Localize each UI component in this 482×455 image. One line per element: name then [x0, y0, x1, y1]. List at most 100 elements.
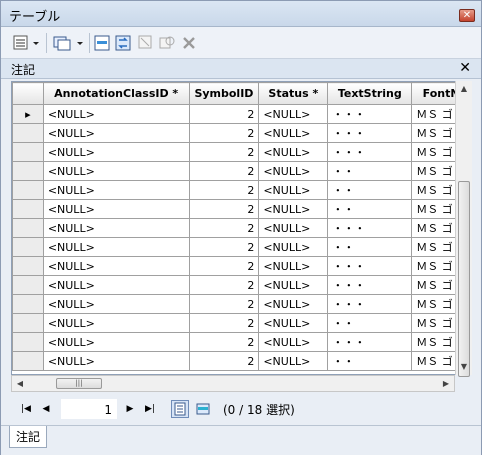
row-selector[interactable] — [12, 199, 44, 219]
table-cell[interactable]: ・・・ — [327, 123, 413, 143]
table-cell[interactable]: <NULL> — [258, 161, 329, 181]
title-bar[interactable]: テーブル ✕ — [1, 1, 481, 27]
table-row[interactable]: <NULL> 2 <NULL> ・・ ＭＳ ゴ — [12, 199, 471, 219]
show-selected-records-button[interactable] — [194, 400, 212, 418]
table-cell[interactable]: <NULL> — [258, 199, 329, 219]
table-cell[interactable]: <NULL> — [258, 275, 329, 295]
table-cell[interactable]: 2 — [188, 275, 260, 295]
table-row[interactable]: <NULL> 2 <NULL> ・・・ ＭＳ ゴ — [12, 123, 471, 143]
column-header[interactable]: SymbolID — [188, 82, 260, 105]
table-cell[interactable]: 2 — [188, 199, 260, 219]
table-cell[interactable]: 2 — [188, 237, 260, 257]
table-cell[interactable]: <NULL> — [258, 294, 329, 314]
row-selector[interactable] — [12, 294, 44, 314]
table-cell[interactable]: 2 — [188, 142, 260, 162]
panel-close-button[interactable]: ✕ — [459, 60, 471, 76]
vertical-scroll-thumb[interactable] — [458, 181, 470, 377]
column-header[interactable]: Status * — [258, 82, 329, 105]
horizontal-scroll-thumb[interactable]: ||| — [56, 378, 102, 389]
window-close-button[interactable]: ✕ — [459, 9, 475, 22]
row-selector[interactable] — [12, 256, 44, 276]
table-cell[interactable]: <NULL> — [42, 294, 190, 314]
row-selector[interactable] — [12, 275, 44, 295]
table-cell[interactable]: 2 — [188, 332, 260, 352]
table-row[interactable]: ▸ <NULL> 2 <NULL> ・・・ ＭＳ ゴ — [12, 104, 471, 124]
table-cell[interactable]: ・・・ — [327, 294, 413, 314]
row-selector[interactable] — [12, 218, 44, 238]
row-selector[interactable] — [12, 332, 44, 352]
column-header[interactable]: AnnotationClassID * — [42, 82, 190, 105]
table-row[interactable]: <NULL> 2 <NULL> ・・・ ＭＳ ゴ — [12, 294, 471, 314]
next-record-button[interactable]: ▶ — [121, 401, 139, 417]
table-row[interactable]: <NULL> 2 <NULL> ・・・ ＭＳ ゴ — [12, 332, 471, 352]
table-cell[interactable]: <NULL> — [258, 351, 329, 371]
table-cell[interactable]: ・・・ — [327, 218, 413, 238]
table-cell[interactable]: ・・ — [327, 180, 413, 200]
scroll-right-icon[interactable]: ▶ — [438, 376, 454, 391]
table-cell[interactable]: 2 — [188, 180, 260, 200]
table-row[interactable]: <NULL> 2 <NULL> ・・・ ＭＳ ゴ — [12, 275, 471, 295]
table-row[interactable]: <NULL> 2 <NULL> ・・・ ＭＳ ゴ — [12, 218, 471, 238]
show-all-records-button[interactable] — [171, 400, 189, 418]
scroll-up-icon[interactable]: ▲ — [456, 81, 472, 97]
table-row[interactable]: <NULL> 2 <NULL> ・・ ＭＳ ゴ — [12, 313, 471, 333]
related-tables-button[interactable] — [53, 34, 85, 52]
table-options-button[interactable] — [13, 34, 41, 52]
row-selector[interactable] — [12, 237, 44, 257]
table-cell[interactable]: ・・・ — [327, 256, 413, 276]
table-cell[interactable]: <NULL> — [258, 237, 329, 257]
table-cell[interactable]: <NULL> — [42, 237, 190, 257]
table-cell[interactable]: <NULL> — [42, 313, 190, 333]
table-cell[interactable]: ・・ — [327, 199, 413, 219]
table-cell[interactable]: <NULL> — [258, 332, 329, 352]
table-cell[interactable]: <NULL> — [258, 142, 329, 162]
table-row[interactable]: <NULL> 2 <NULL> ・・ ＭＳ ゴ — [12, 351, 471, 371]
delete-selected-button[interactable] — [182, 34, 196, 52]
table-cell[interactable]: <NULL> — [42, 123, 190, 143]
row-selector[interactable] — [12, 313, 44, 333]
table-cell[interactable]: 2 — [188, 104, 260, 124]
table-row[interactable]: <NULL> 2 <NULL> ・・ ＭＳ ゴ — [12, 161, 471, 181]
table-cell[interactable]: <NULL> — [258, 313, 329, 333]
row-selector[interactable] — [12, 123, 44, 143]
select-by-attributes-button[interactable] — [94, 34, 112, 52]
horizontal-scrollbar[interactable]: ◀ ||| ▶ — [11, 375, 455, 392]
current-record-field[interactable]: 1 — [61, 399, 117, 419]
column-header[interactable]: TextString — [327, 82, 413, 105]
table-cell[interactable]: 2 — [188, 161, 260, 181]
clear-selection-button[interactable] — [138, 34, 154, 52]
row-selector[interactable] — [12, 161, 44, 181]
row-selector[interactable] — [12, 180, 44, 200]
scroll-left-icon[interactable]: ◀ — [12, 376, 28, 391]
first-record-button[interactable]: |◀ — [17, 401, 35, 417]
table-row[interactable]: <NULL> 2 <NULL> ・・・ ＭＳ ゴ — [12, 142, 471, 162]
table-cell[interactable]: <NULL> — [42, 275, 190, 295]
table-cell[interactable]: ・・ — [327, 237, 413, 257]
table-cell[interactable]: ・・ — [327, 161, 413, 181]
table-cell[interactable]: ・・・ — [327, 275, 413, 295]
table-cell[interactable]: <NULL> — [258, 218, 329, 238]
row-selector[interactable] — [12, 142, 44, 162]
table-cell[interactable]: <NULL> — [42, 142, 190, 162]
table-row[interactable]: <NULL> 2 <NULL> ・・ ＭＳ ゴ — [12, 237, 471, 257]
table-cell[interactable]: ・・ — [327, 313, 413, 333]
table-cell[interactable]: <NULL> — [42, 332, 190, 352]
table-cell[interactable]: <NULL> — [42, 256, 190, 276]
scroll-down-icon[interactable]: ▼ — [456, 359, 472, 375]
table-cell[interactable]: <NULL> — [258, 256, 329, 276]
table-cell[interactable]: <NULL> — [258, 104, 329, 124]
table-row[interactable]: <NULL> 2 <NULL> ・・ ＭＳ ゴ — [12, 180, 471, 200]
tab-annotation[interactable]: 注記 — [9, 426, 48, 448]
table-cell[interactable]: <NULL> — [42, 104, 190, 124]
table-cell[interactable]: ・・・ — [327, 104, 413, 124]
table-row[interactable]: <NULL> 2 <NULL> ・・・ ＭＳ ゴ — [12, 256, 471, 276]
row-selector[interactable] — [12, 351, 44, 371]
table-cell[interactable]: 2 — [188, 256, 260, 276]
attribute-grid[interactable]: AnnotationClassID * SymbolID Status * TextS… — [11, 81, 472, 375]
table-cell[interactable]: <NULL> — [42, 199, 190, 219]
table-cell[interactable]: 2 — [188, 218, 260, 238]
vertical-scrollbar[interactable]: ▲ ▼ — [455, 81, 472, 377]
table-cell[interactable]: <NULL> — [42, 180, 190, 200]
table-cell[interactable]: 2 — [188, 351, 260, 371]
zoom-to-selected-button[interactable] — [159, 34, 177, 52]
